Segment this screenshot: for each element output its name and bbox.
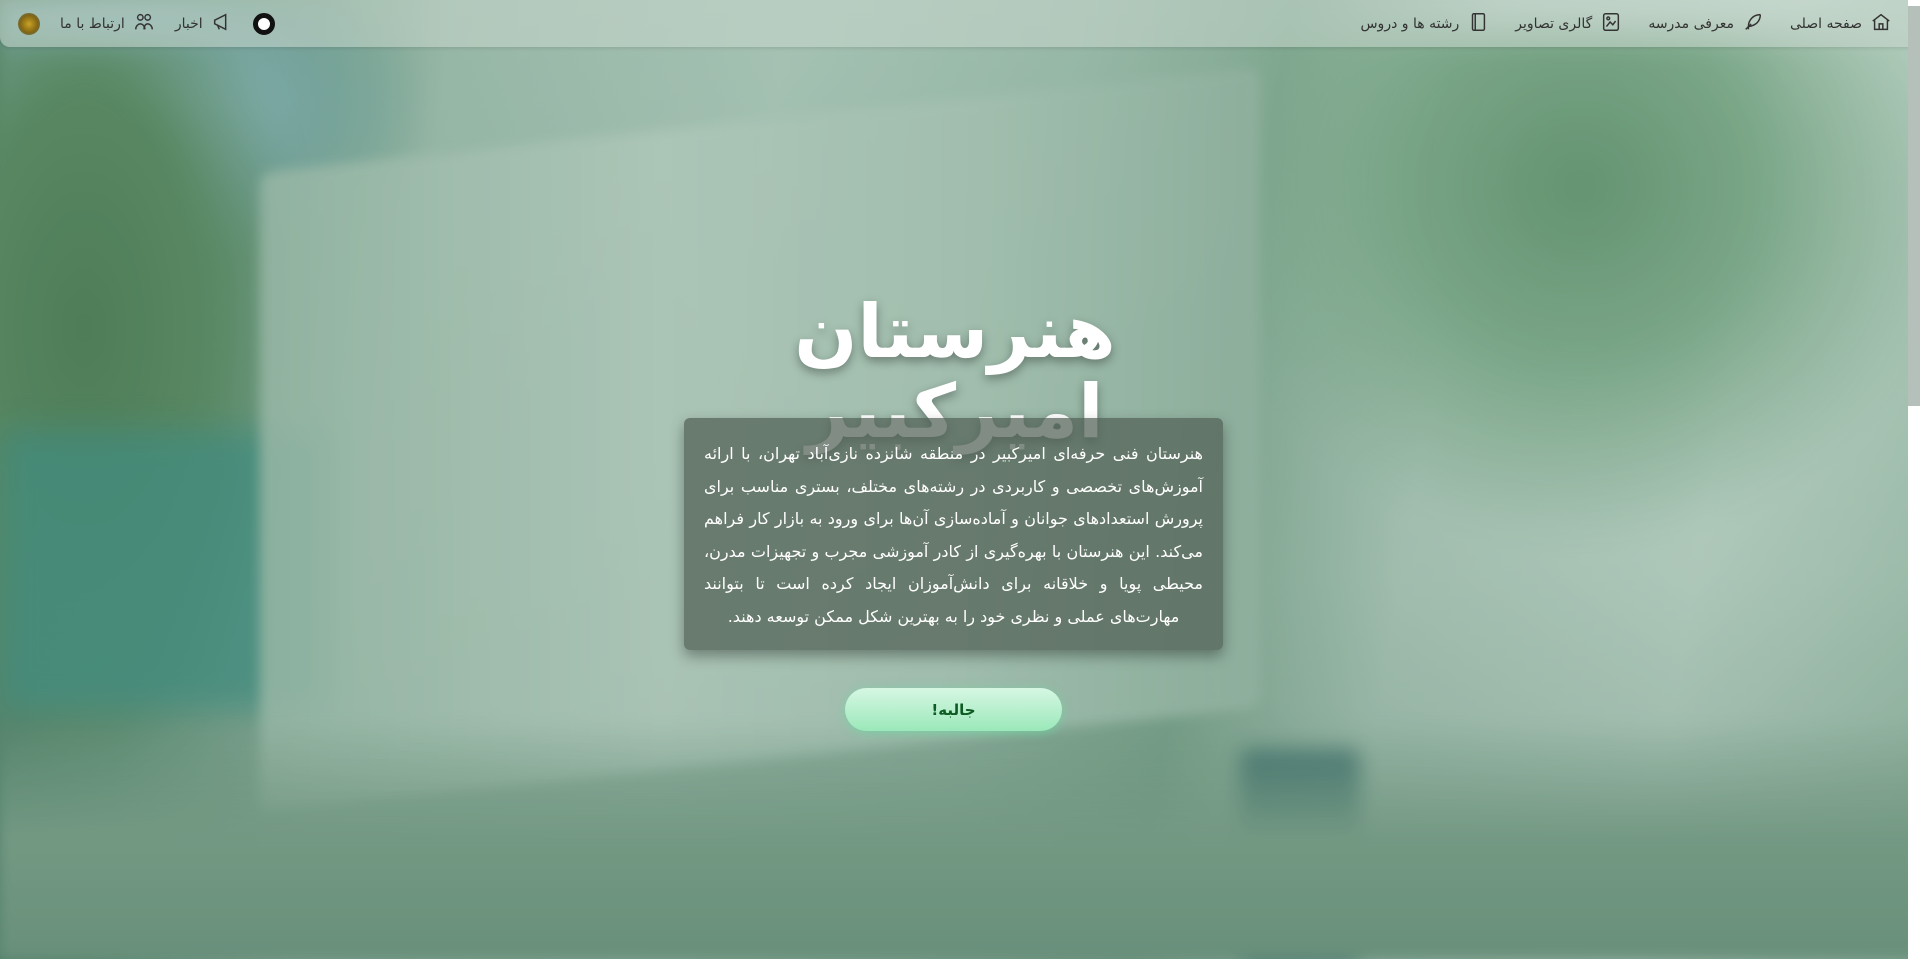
nav-news-label: اخبار	[174, 15, 203, 32]
nav-gallery-label: گالری تصاویر	[1515, 15, 1593, 32]
cta-button[interactable]: جالبه!	[845, 688, 1062, 731]
nav-home[interactable]: صفحه اصلی	[1790, 11, 1892, 37]
book-icon	[1467, 11, 1489, 37]
hero-description: هنرستان فنی حرفه‌ای امیرکبیر در منطقه شا…	[704, 444, 1203, 626]
top-navbar: صفحه اصلی معرفی مدرسه گالری تصاویر رشته …	[0, 0, 1920, 47]
people-icon	[133, 11, 155, 37]
page-scrollbar[interactable]	[1908, 0, 1920, 959]
scrollbar-thumb[interactable]	[1908, 6, 1920, 406]
school-logo[interactable]	[18, 12, 40, 35]
nav-majors-courses-label: رشته ها و دروس	[1360, 15, 1460, 32]
hero-description-card: هنرستان فنی حرفه‌ای امیرکبیر در منطقه شا…	[684, 418, 1223, 650]
nav-main-links: صفحه اصلی معرفی مدرسه گالری تصاویر رشته …	[1360, 0, 1892, 47]
nav-majors-courses[interactable]: رشته ها و دروس	[1360, 11, 1489, 37]
nav-home-label: صفحه اصلی	[1789, 15, 1862, 32]
nav-news[interactable]: اخبار	[175, 11, 233, 37]
theme-toggle-button[interactable]	[252, 12, 275, 35]
nav-secondary-links: اخبار ارتباط با ما	[18, 0, 275, 47]
gallery-icon	[1600, 11, 1622, 37]
megaphone-icon	[211, 11, 233, 37]
nav-contact-label: ارتباط با ما	[60, 15, 125, 32]
feather-icon	[1742, 11, 1764, 37]
nav-school-intro[interactable]: معرفی مدرسه	[1648, 11, 1764, 37]
home-icon	[1870, 11, 1892, 37]
nav-gallery[interactable]: گالری تصاویر	[1515, 11, 1622, 37]
nav-school-intro-label: معرفی مدرسه	[1648, 15, 1734, 32]
nav-contact[interactable]: ارتباط با ما	[60, 11, 155, 37]
